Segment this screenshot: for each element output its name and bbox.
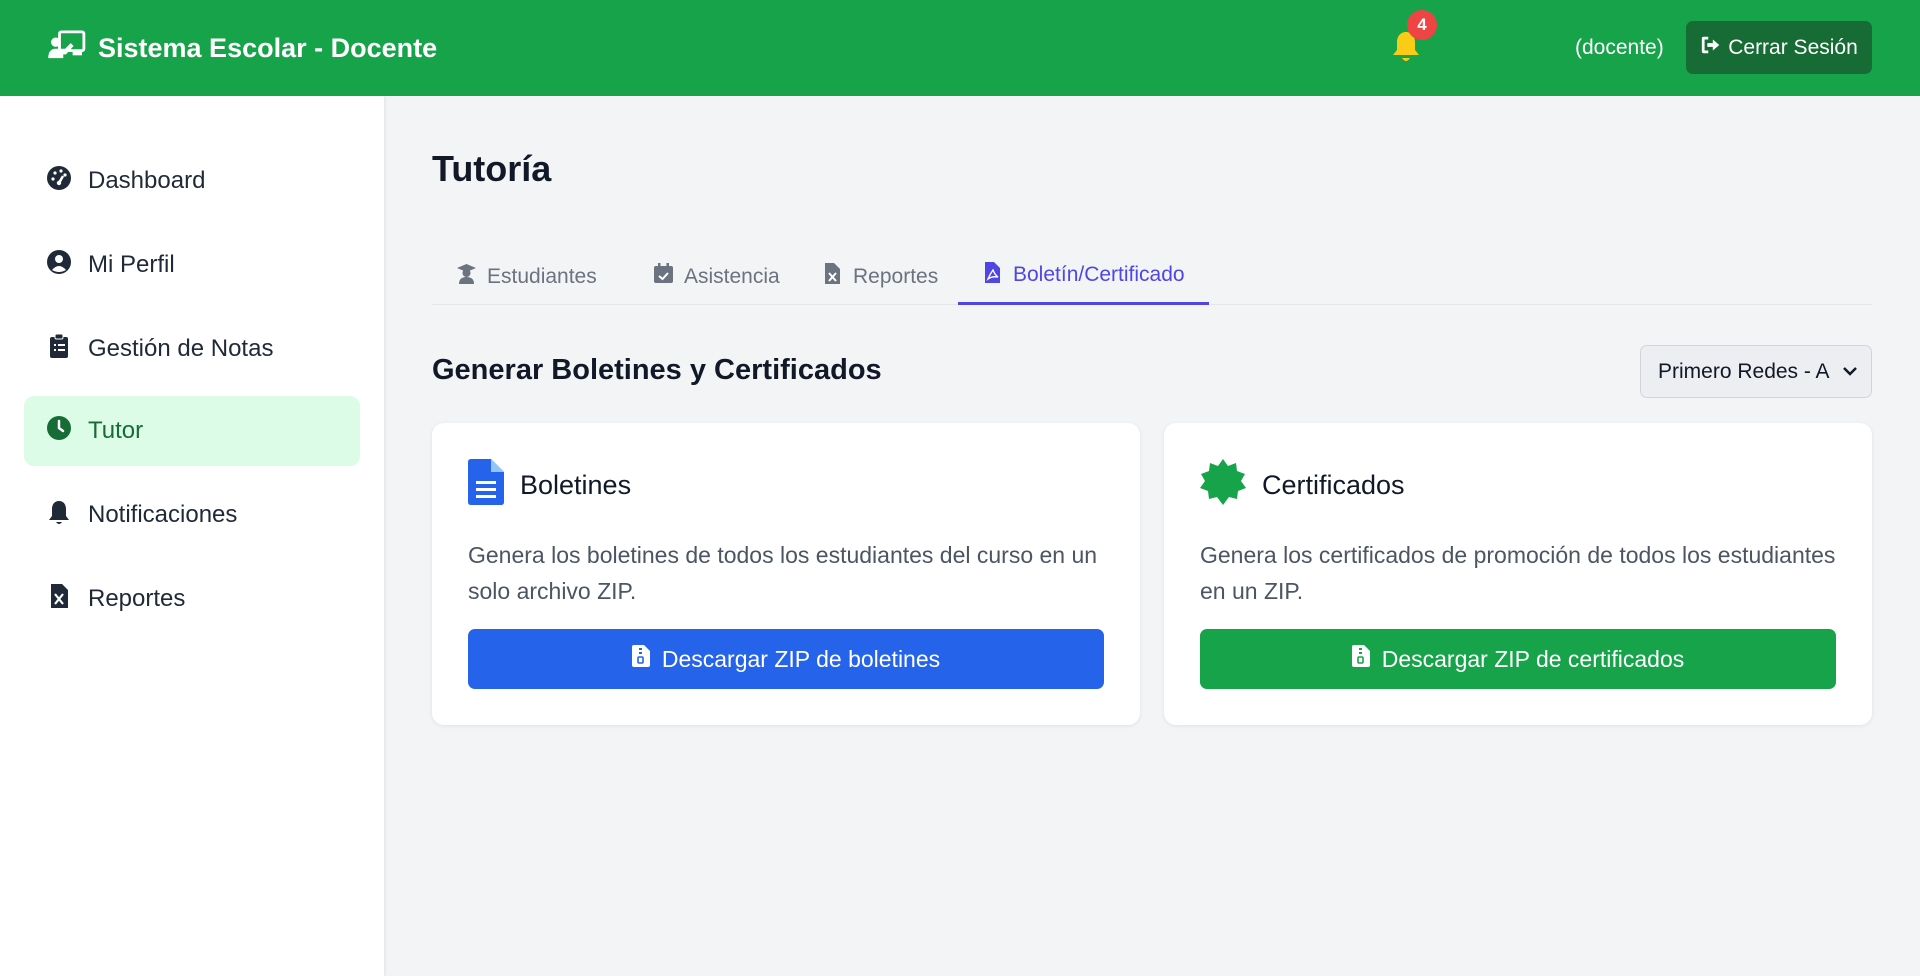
- file-excel-icon: [822, 263, 843, 290]
- brand[interactable]: Sistema Escolar - Docente: [48, 29, 438, 67]
- clipboard-list-icon: [46, 333, 72, 366]
- tab-label: Reportes: [853, 264, 939, 288]
- download-certificados-button[interactable]: Descargar ZIP de certificados: [1200, 629, 1836, 689]
- sidebar-item-reportes[interactable]: Reportes: [24, 564, 360, 634]
- card-header: Boletines: [468, 459, 631, 512]
- gauge-icon: [46, 165, 72, 198]
- file-zipper-icon: [631, 645, 650, 673]
- section-title: Generar Boletines y Certificados: [432, 354, 882, 386]
- sidebar-item-label: Reportes: [88, 585, 186, 612]
- file-pdf-icon: [982, 261, 1003, 289]
- logout-button[interactable]: Cerrar Sesión: [1686, 21, 1872, 74]
- tab-asistencia[interactable]: Asistencia: [653, 248, 780, 305]
- tab-label: Estudiantes: [487, 264, 597, 288]
- sidebar-nav: Dashboard Mi Perfil Gestión de Notas Tut…: [0, 96, 384, 976]
- bell-icon: [46, 499, 72, 532]
- certificate-icon: [1200, 459, 1246, 512]
- user-role: (docente): [1575, 36, 1664, 59]
- page-title: Tutoría: [432, 148, 552, 189]
- card-header: Certificados: [1200, 459, 1405, 512]
- tab-reportes[interactable]: Reportes: [822, 248, 938, 305]
- certificados-card: Certificados Genera los certificados de …: [1164, 423, 1872, 725]
- sidebar-item-label: Tutor: [88, 417, 144, 444]
- notification-badge: 4: [1407, 10, 1437, 40]
- sidebar-item-label: Mi Perfil: [88, 251, 175, 278]
- card-title: Boletines: [520, 470, 632, 500]
- sign-out-icon: [1700, 34, 1722, 62]
- course-select[interactable]: Primero Redes - A: [1640, 345, 1872, 398]
- bell-icon: [1391, 32, 1421, 68]
- course-select-value: Primero Redes - A: [1658, 359, 1830, 383]
- calendar-check-icon: [653, 263, 674, 290]
- card-description: Genera los certificados de promoción de …: [1200, 542, 1836, 604]
- graduate-icon: [456, 263, 477, 290]
- sidebar-item-mi-perfil[interactable]: Mi Perfil: [24, 230, 360, 300]
- clock-icon: [46, 415, 72, 448]
- user-circle-icon: [46, 249, 72, 282]
- card-description: Genera los boletines de todos los estudi…: [468, 542, 1098, 604]
- sidebar-item-dashboard[interactable]: Dashboard: [24, 146, 360, 216]
- logout-label: Cerrar Sesión: [1728, 35, 1858, 59]
- file-zipper-icon: [1351, 645, 1370, 673]
- tab-label: Asistencia: [684, 264, 780, 288]
- download-boletines-button[interactable]: Descargar ZIP de boletines: [468, 629, 1104, 689]
- tab-bar: Estudiantes Asistencia Reportes Boletín/…: [432, 248, 1872, 305]
- file-lines-icon: [468, 459, 504, 512]
- card-title: Certificados: [1262, 470, 1405, 500]
- sidebar-item-notificaciones[interactable]: Notificaciones: [24, 480, 360, 550]
- sidebar-item-label: Dashboard: [88, 167, 206, 194]
- sidebar-item-gestion-notas[interactable]: Gestión de Notas: [24, 314, 360, 384]
- file-excel-icon: [46, 583, 72, 616]
- app-title: Sistema Escolar - Docente: [98, 32, 438, 63]
- button-label: Descargar ZIP de boletines: [661, 645, 941, 672]
- button-label: Descargar ZIP de certificados: [1381, 645, 1685, 672]
- chalkboard-teacher-icon: [48, 29, 86, 67]
- sidebar-item-label: Notificaciones: [88, 501, 238, 528]
- sidebar-item-label: Gestión de Notas: [88, 335, 274, 362]
- sidebar-item-tutor[interactable]: Tutor: [24, 396, 360, 466]
- tab-estudiantes[interactable]: Estudiantes: [456, 248, 597, 305]
- boletines-card: Boletines Genera los boletines de todos …: [432, 423, 1140, 725]
- tab-boletin-certificado[interactable]: Boletín/Certificado: [958, 248, 1209, 305]
- tab-label: Boletín/Certificado: [1013, 263, 1185, 286]
- chevron-down-icon: [1841, 362, 1859, 380]
